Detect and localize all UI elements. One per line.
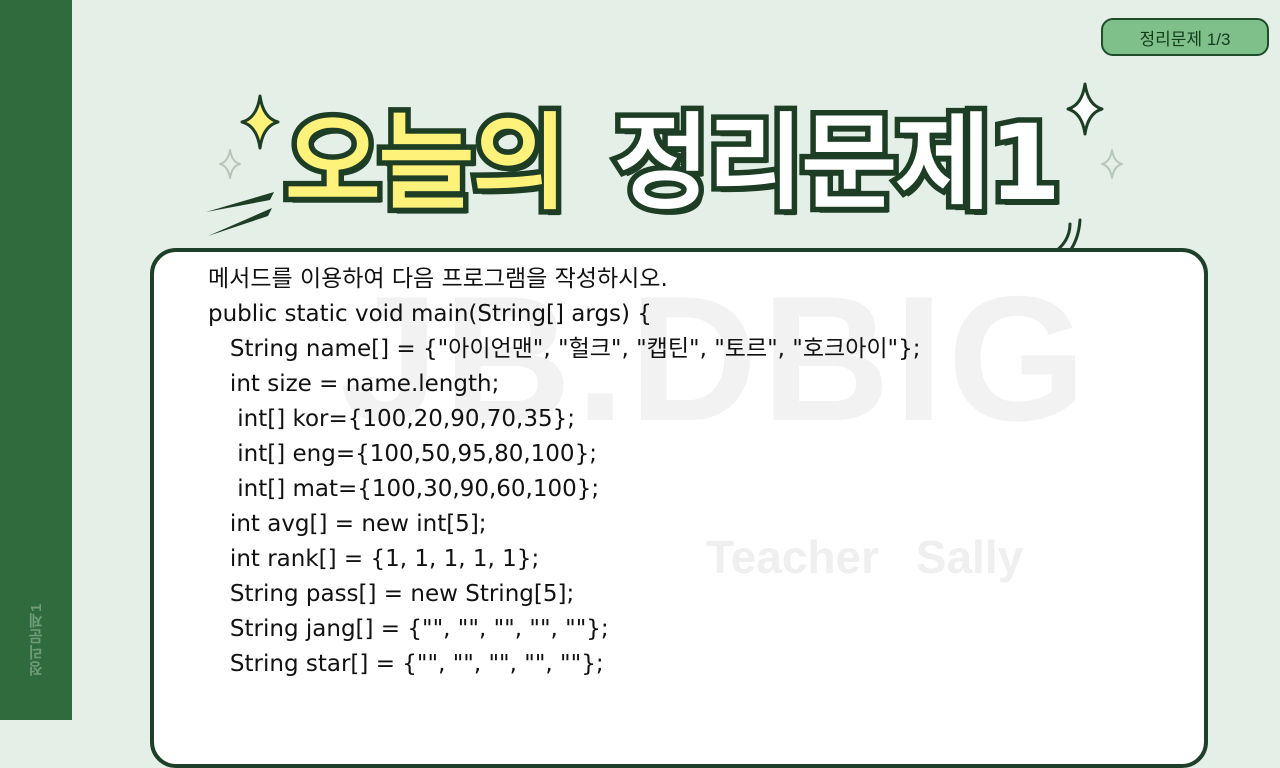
title-highlight: 오늘의 (279, 102, 573, 224)
code-line: int rank[] = {1, 1, 1, 1, 1}; (208, 546, 540, 572)
code-line: String jang[] = {"", "", "", "", ""}; (208, 616, 609, 642)
speed-lines-icon (206, 192, 274, 236)
code-line: String name[] = {"아이언맨", "헐크", "캡틴", "토르… (208, 336, 921, 362)
code-line: int[] eng={100,50,95,80,100}; (208, 441, 597, 467)
code-line: int[] mat={100,30,90,60,100}; (208, 476, 600, 502)
sparkle-icon (219, 149, 241, 179)
page-title: 오늘의 정리문제1 (279, 88, 1085, 238)
sparkle-icon (1101, 149, 1123, 179)
code-line: int avg[] = new int[5]; (208, 511, 487, 537)
code-line: String star[] = {"", "", "", "", ""}; (208, 651, 604, 677)
sidebar-vertical-label: 정리문제1 (28, 602, 45, 676)
title-main: 정리문제1 (609, 102, 1067, 224)
code-line: public static void main(String[] args) { (208, 301, 652, 327)
sparkle-icon (240, 94, 280, 150)
problem-code: 메서드를 이용하여 다음 프로그램을 작성하시오. public static … (208, 262, 1168, 692)
code-line: int[] kor={100,20,90,70,35}; (208, 406, 576, 432)
code-line: int size = name.length; (208, 371, 500, 397)
problem-instruction: 메서드를 이용하여 다음 프로그램을 작성하시오. (208, 266, 668, 292)
slide-counter-badge: 정리문제 1/3 (1101, 18, 1269, 56)
code-line: String pass[] = new String[5]; (208, 581, 575, 607)
